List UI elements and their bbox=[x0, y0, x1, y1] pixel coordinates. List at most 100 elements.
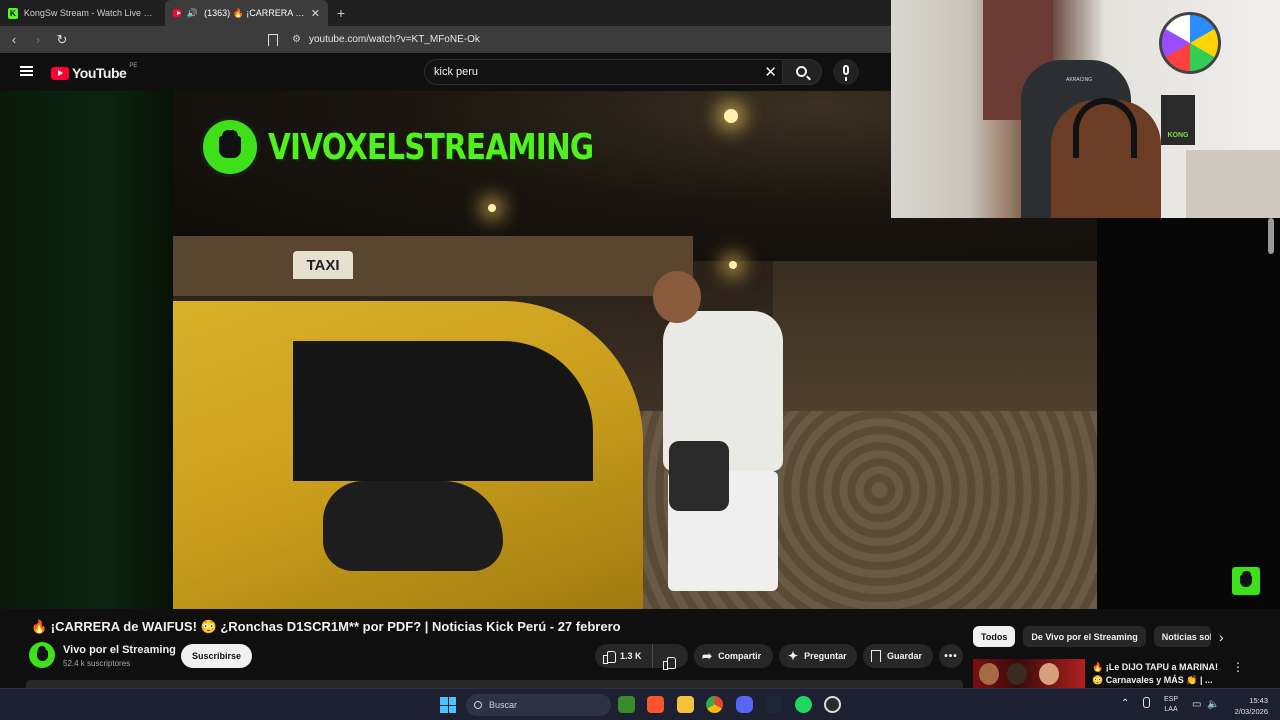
subscriber-count: 52.4 k suscriptores bbox=[63, 659, 131, 668]
sparkle-icon: ✦ bbox=[788, 649, 799, 663]
menu-icon[interactable] bbox=[20, 66, 33, 76]
close-tab-icon[interactable]: ✕ bbox=[311, 7, 320, 20]
channel-avatar[interactable] bbox=[29, 642, 55, 668]
youtube-logo[interactable]: YouTube PE bbox=[51, 63, 138, 81]
recommendation-thumbnail[interactable] bbox=[973, 659, 1085, 688]
tab-youtube-video[interactable]: 🔊 (1363) 🔥 ¡CARRERA de WAIFUS! ✕ bbox=[165, 0, 328, 26]
steam-app-icon[interactable] bbox=[765, 696, 782, 713]
chip-all[interactable]: Todos bbox=[973, 626, 1016, 647]
youtube-play-icon bbox=[51, 66, 69, 80]
search-input[interactable] bbox=[434, 64, 754, 80]
brave-app-icon[interactable] bbox=[647, 696, 664, 713]
tab-title: (1363) 🔥 ¡CARRERA de WAIFUS! bbox=[204, 7, 305, 18]
page-scrollbar-thumb[interactable] bbox=[1268, 218, 1274, 254]
taxi-sign: TAXI bbox=[293, 251, 353, 279]
chip-channel[interactable]: De Vivo por el Streaming bbox=[1023, 626, 1146, 647]
bookmark-icon[interactable] bbox=[268, 33, 278, 46]
chevron-up-icon[interactable]: ⌃ bbox=[1121, 698, 1129, 709]
clear-search-icon[interactable]: ✕ bbox=[764, 63, 777, 81]
windows-taskbar: Buscar ⌃ ESP LAA ▭ 🔈 15:43 2/03/2026 bbox=[0, 688, 1280, 720]
save-label: Guardar bbox=[887, 651, 923, 661]
system-clock[interactable]: 15:43 2/03/2026 bbox=[1226, 695, 1268, 717]
channel-name[interactable]: Vivo por el Streaming bbox=[63, 644, 176, 656]
chip-news[interactable]: Noticias sob bbox=[1153, 626, 1211, 647]
ask-button[interactable]: ✦ Preguntar bbox=[779, 644, 857, 668]
thumbnail-face bbox=[1007, 663, 1027, 685]
windows-start-icon[interactable] bbox=[440, 697, 456, 713]
like-dislike-group: 1.3 K bbox=[595, 644, 688, 668]
volume-icon[interactable]: 🔈 bbox=[1207, 699, 1219, 710]
file-explorer-icon[interactable] bbox=[677, 696, 694, 713]
chevron-right-icon[interactable]: › bbox=[1219, 629, 1224, 645]
person-head bbox=[653, 271, 701, 323]
taskbar-search[interactable]: Buscar bbox=[466, 694, 611, 716]
thumbnail-face bbox=[979, 663, 999, 685]
more-vert-icon[interactable]: ⋮ bbox=[1232, 660, 1244, 674]
taskbar-search-label: Buscar bbox=[489, 700, 518, 710]
prize-wheel bbox=[1159, 12, 1221, 74]
site-settings-icon[interactable]: ⚙ bbox=[292, 34, 301, 45]
chair-brand-text: AKRACING bbox=[1066, 77, 1093, 83]
kick-favicon-icon: K bbox=[8, 7, 18, 19]
desk bbox=[1186, 150, 1280, 218]
overlay-brand-text: VIVOXELSTREAMING bbox=[268, 126, 594, 168]
channel-badge-icon bbox=[200, 117, 260, 177]
street-lamp bbox=[724, 109, 738, 123]
url-field[interactable]: youtube.com/watch?v=KT_MFoNE-Ok bbox=[309, 34, 480, 45]
more-actions-button[interactable]: ••• bbox=[939, 644, 963, 668]
headset bbox=[1073, 98, 1137, 158]
car-mirror bbox=[323, 481, 503, 571]
save-button[interactable]: Guardar bbox=[863, 644, 933, 668]
forward-icon[interactable]: › bbox=[28, 32, 48, 47]
share-label: Compartir bbox=[718, 651, 762, 661]
tab-title: KongSw Stream - Watch Live on Kick bbox=[23, 8, 157, 18]
channel-watermark-icon[interactable] bbox=[1232, 567, 1260, 595]
recommendation-title[interactable]: 🔥 ¡Le DIJO TAPU a MARINA! 😳 Carnavales y… bbox=[1092, 661, 1220, 687]
share-button[interactable]: ➦ Compartir bbox=[694, 644, 773, 668]
subscribe-button[interactable]: Suscribirse bbox=[181, 644, 253, 668]
ask-label: Preguntar bbox=[804, 651, 847, 661]
voice-search-button[interactable] bbox=[833, 59, 859, 85]
minecraft-app-icon[interactable] bbox=[618, 696, 635, 713]
back-icon[interactable]: ‹ bbox=[4, 32, 24, 47]
language-indicator[interactable]: ESP LAA bbox=[1164, 695, 1178, 715]
video-title: 🔥 ¡CARRERA de WAIFUS! 😳 ¿Ronchas D1SCR1M… bbox=[31, 619, 621, 634]
country-code: PE bbox=[129, 63, 138, 69]
youtube-favicon-icon bbox=[173, 9, 181, 17]
horizontal-panel bbox=[26, 680, 963, 688]
search-icon bbox=[474, 701, 482, 709]
youtube-header: YouTube PE ✕ bbox=[0, 53, 891, 91]
figure-box: KONG bbox=[1161, 95, 1195, 145]
microphone-icon[interactable] bbox=[1143, 697, 1150, 708]
search-box: ✕ bbox=[424, 59, 786, 85]
share-icon: ➦ bbox=[702, 649, 713, 663]
search-icon bbox=[796, 66, 807, 77]
wall bbox=[173, 236, 693, 296]
new-tab-button[interactable]: + bbox=[328, 0, 354, 26]
clock-time: 15:43 bbox=[1249, 696, 1268, 705]
network-icon[interactable]: ▭ bbox=[1192, 699, 1201, 710]
tab-kick-stream[interactable]: K KongSw Stream - Watch Live on Kick bbox=[0, 0, 165, 26]
reload-icon[interactable]: ↻ bbox=[52, 32, 72, 48]
yellow-taxi bbox=[173, 301, 643, 609]
address-bar: ‹ › ↻ ⚙ youtube.com/watch?v=KT_MFoNE-Ok bbox=[0, 26, 891, 53]
thumbnail-face bbox=[1039, 663, 1059, 685]
microphone-icon bbox=[843, 65, 849, 81]
street-lamp bbox=[729, 261, 737, 269]
lang-bottom: LAA bbox=[1164, 706, 1178, 713]
video-letterbox-left bbox=[0, 91, 173, 609]
save-bookmark-icon bbox=[871, 650, 881, 662]
thumbs-up-icon bbox=[603, 650, 616, 664]
spotify-app-icon[interactable] bbox=[795, 696, 812, 713]
chrome-app-icon[interactable] bbox=[706, 696, 723, 713]
webcam-overlay: AKRACING KONG bbox=[891, 0, 1280, 218]
audio-playing-icon[interactable]: 🔊 bbox=[187, 8, 198, 19]
discord-app-icon[interactable] bbox=[736, 696, 753, 713]
youtube-wordmark: YouTube bbox=[72, 65, 127, 81]
obs-app-icon[interactable] bbox=[824, 696, 841, 713]
person-standing bbox=[643, 271, 793, 609]
browser-tab-bar: K KongSw Stream - Watch Live on Kick 🔊 (… bbox=[0, 0, 891, 26]
like-count: 1.3 K bbox=[620, 651, 642, 661]
like-button[interactable]: 1.3 K bbox=[595, 644, 653, 668]
search-button[interactable] bbox=[782, 59, 822, 85]
